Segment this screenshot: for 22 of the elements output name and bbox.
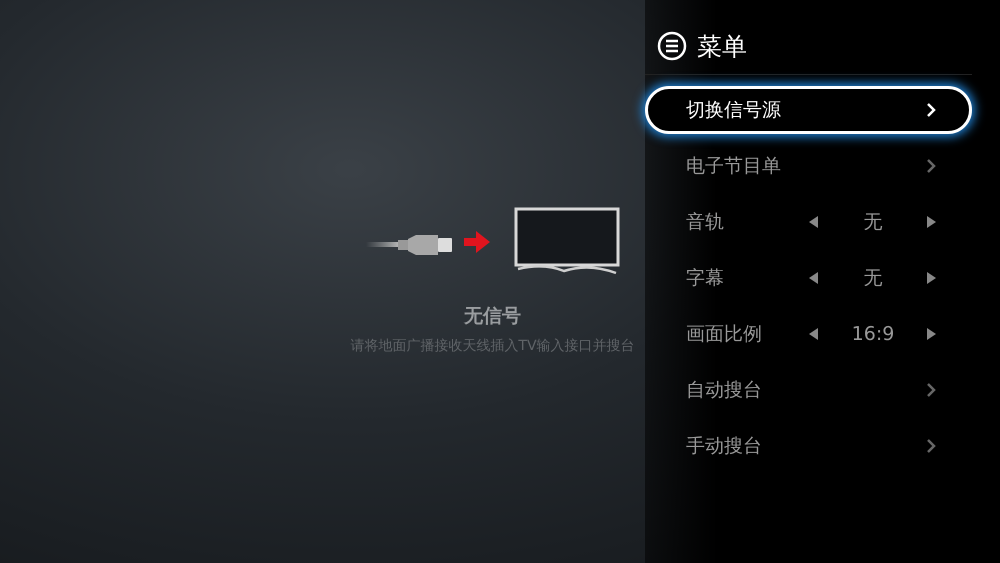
left-triangle-icon[interactable] bbox=[809, 328, 819, 340]
menu-item[interactable]: 字幕 无 bbox=[645, 254, 972, 302]
menu-item[interactable]: 切换信号源 bbox=[645, 86, 972, 134]
chevron-right-icon bbox=[926, 159, 936, 173]
menu-item[interactable]: 电子节目单 bbox=[645, 142, 972, 190]
left-triangle-icon[interactable] bbox=[809, 272, 819, 284]
menu-item[interactable]: 自动搜台 bbox=[645, 366, 972, 414]
tv-icon bbox=[514, 207, 620, 277]
chevron-right-icon bbox=[926, 103, 936, 117]
arrow-icon bbox=[464, 231, 490, 253]
menu-title: 菜单 bbox=[697, 30, 747, 62]
menu-icon bbox=[657, 31, 687, 61]
right-triangle-icon[interactable] bbox=[926, 216, 936, 228]
right-triangle-icon[interactable] bbox=[926, 328, 936, 340]
menu-item[interactable]: 手动搜台 bbox=[645, 422, 972, 470]
no-signal-title: 无信号 bbox=[464, 304, 521, 329]
menu-item[interactable]: 音轨 无 bbox=[645, 198, 972, 246]
right-triangle-icon[interactable] bbox=[926, 272, 936, 284]
menu-item[interactable]: 画面比例 16:9 bbox=[645, 310, 972, 358]
chevron-right-icon bbox=[926, 383, 936, 397]
left-triangle-icon[interactable] bbox=[809, 216, 819, 228]
chevron-right-icon bbox=[926, 439, 936, 453]
